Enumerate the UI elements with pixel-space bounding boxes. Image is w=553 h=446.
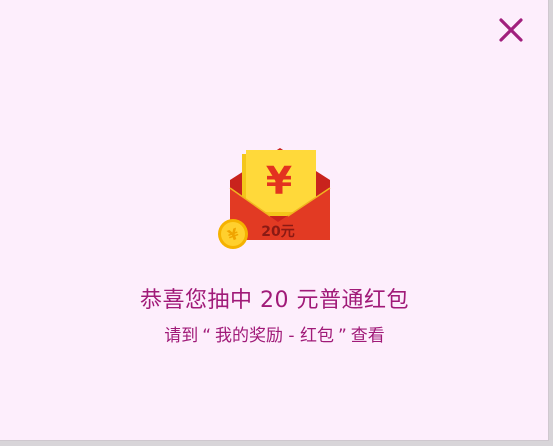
subtitle-prefix: 请到	[164, 326, 199, 346]
dialog-shadow	[0, 441, 553, 446]
reward-dialog: ¥ 20元 ¥ 恭喜您抽中 20 元普通红包 请到 “我的奖励 - 红包” 查看	[0, 0, 549, 441]
red-envelope-illustration: ¥ 20元 ¥	[212, 142, 336, 254]
quote-close: ”	[337, 326, 347, 346]
amount-label: 20元	[261, 224, 294, 240]
close-button[interactable]	[494, 13, 528, 47]
reward-location-link: 我的奖励 - 红包	[215, 326, 334, 346]
red-envelope-icon: ¥ 20元 ¥	[218, 148, 331, 249]
yen-symbol: ¥	[266, 159, 292, 203]
gold-coin-icon: ¥	[218, 219, 248, 249]
prize-title: 恭喜您抽中 20 元普通红包	[140, 288, 409, 313]
quote-open: “	[202, 326, 212, 346]
close-icon	[499, 18, 523, 42]
prize-subtitle: 请到 “我的奖励 - 红包” 查看	[0, 323, 549, 349]
subtitle-suffix: 查看	[350, 326, 385, 346]
